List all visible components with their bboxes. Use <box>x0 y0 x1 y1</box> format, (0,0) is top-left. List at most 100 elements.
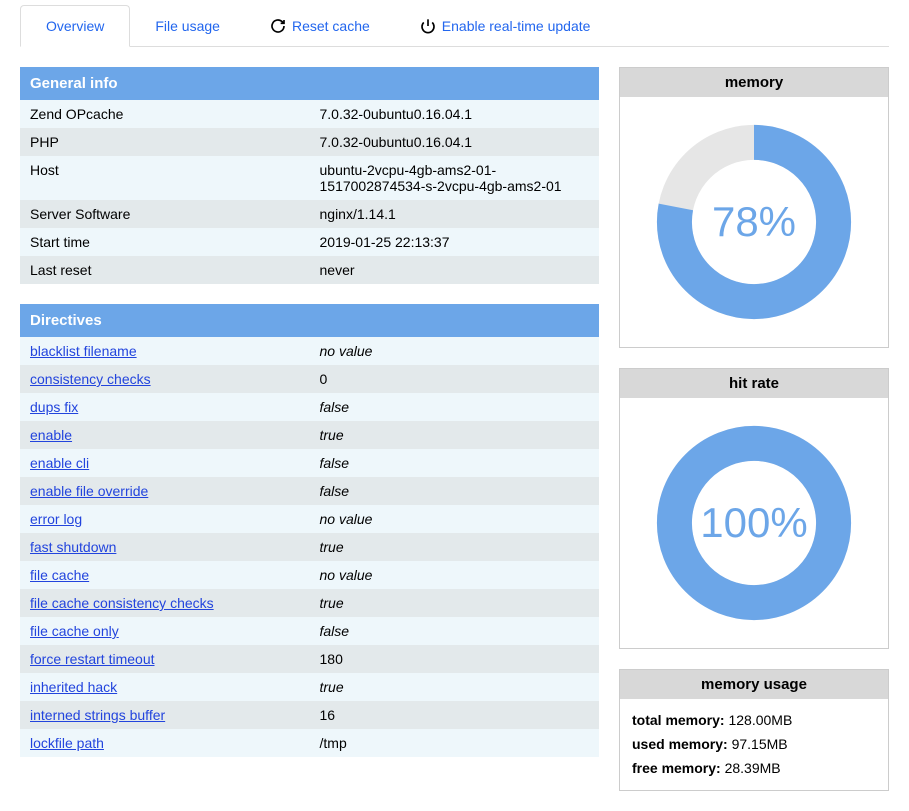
memory-usage-used: used memory: 97.15MB <box>632 733 876 757</box>
table-row: file cache only false <box>20 617 599 645</box>
directive-key: dups fix <box>20 393 310 421</box>
mu-used-v: 97.15MB <box>728 736 788 752</box>
directive-value: no value <box>310 505 600 533</box>
table-row: fast shutdown true <box>20 533 599 561</box>
directive-link[interactable]: interned strings buffer <box>30 707 165 723</box>
memory-usage-header: memory usage <box>620 670 888 699</box>
directive-value: 180 <box>310 645 600 673</box>
memory-donut-chart: 78% <box>649 117 859 327</box>
tab-overview[interactable]: Overview <box>20 5 130 47</box>
memory-percent-label: 78% <box>712 198 796 246</box>
directive-link[interactable]: blacklist filename <box>30 343 137 359</box>
directive-value: 16 <box>310 701 600 729</box>
directive-key: file cache consistency checks <box>20 589 310 617</box>
table-row: file cache consistency checkstrue <box>20 589 599 617</box>
directive-link[interactable]: force restart timeout <box>30 651 155 667</box>
tab-enable-realtime-label: Enable real-time update <box>442 18 591 34</box>
directive-key: blacklist filename <box>20 337 310 365</box>
directive-value: true <box>310 421 600 449</box>
gi-start-v: 2019-01-25 22:13:37 <box>310 228 600 256</box>
table-row: enable file overridefalse <box>20 477 599 505</box>
table-row: consistency checks 0 <box>20 365 599 393</box>
table-row: blacklist filename no value <box>20 337 599 365</box>
directive-link[interactable]: enable <box>30 427 72 443</box>
memory-widget-header: memory <box>620 68 888 97</box>
gi-reset-v: never <box>310 256 600 284</box>
table-row: error log no value <box>20 505 599 533</box>
table-row: Zend OPcache 7.0.32-0ubuntu0.16.04.1 <box>20 100 599 128</box>
mu-used-k: used memory: <box>632 736 728 752</box>
gi-host-k: Host <box>20 156 310 200</box>
directive-link[interactable]: enable file override <box>30 483 148 499</box>
directive-value: false <box>310 449 600 477</box>
hitrate-widget-header: hit rate <box>620 369 888 398</box>
directive-key: consistency checks <box>20 365 310 393</box>
memory-usage-total: total memory: 128.00MB <box>632 709 876 733</box>
hitrate-percent-label: 100% <box>700 499 807 547</box>
directive-key: error log <box>20 505 310 533</box>
directive-value: /tmp <box>310 729 600 757</box>
directive-value: true <box>310 533 600 561</box>
directive-link[interactable]: fast shutdown <box>30 539 116 555</box>
directive-key: fast shutdown <box>20 533 310 561</box>
gi-server-k: Server Software <box>20 200 310 228</box>
gi-zend-v: 7.0.32-0ubuntu0.16.04.1 <box>310 100 600 128</box>
directive-key: inherited hack <box>20 673 310 701</box>
table-row: enable cli false <box>20 449 599 477</box>
hitrate-widget: hit rate 100% <box>619 368 889 649</box>
directive-link[interactable]: consistency checks <box>30 371 151 387</box>
gi-php-v: 7.0.32-0ubuntu0.16.04.1 <box>310 128 600 156</box>
directive-link[interactable]: file cache <box>30 567 89 583</box>
refresh-icon <box>270 18 286 34</box>
table-row: Server Software nginx/1.14.1 <box>20 200 599 228</box>
gi-reset-k: Last reset <box>20 256 310 284</box>
tab-enable-realtime[interactable]: Enable real-time update <box>395 5 616 46</box>
table-row: Last reset never <box>20 256 599 284</box>
table-row: lockfile path/tmp <box>20 729 599 757</box>
directive-value: no value <box>310 337 600 365</box>
directive-key: enable cli <box>20 449 310 477</box>
directive-value: 0 <box>310 365 600 393</box>
table-row: interned strings buffer 16 <box>20 701 599 729</box>
mu-total-k: total memory: <box>632 712 725 728</box>
directive-key: file cache <box>20 561 310 589</box>
directive-link[interactable]: lockfile path <box>30 735 104 751</box>
mu-free-k: free memory: <box>632 760 721 776</box>
directive-link[interactable]: error log <box>30 511 82 527</box>
tab-reset-cache[interactable]: Reset cache <box>245 5 395 46</box>
table-row: dups fix false <box>20 393 599 421</box>
gi-php-k: PHP <box>20 128 310 156</box>
tab-file-usage[interactable]: File usage <box>130 5 245 46</box>
directive-link[interactable]: inherited hack <box>30 679 117 695</box>
gi-start-k: Start time <box>20 228 310 256</box>
mu-free-v: 28.39MB <box>721 760 781 776</box>
mu-total-v: 128.00MB <box>725 712 793 728</box>
table-row: Start time 2019-01-25 22:13:37 <box>20 228 599 256</box>
tab-reset-cache-label: Reset cache <box>292 18 370 34</box>
general-info-header: General info <box>20 67 599 100</box>
tabs-bar: Overview File usage Reset cache Enable r… <box>20 0 889 47</box>
tab-file-usage-label: File usage <box>155 18 220 34</box>
memory-usage-widget: memory usage total memory: 128.00MB used… <box>619 669 889 791</box>
directive-value: false <box>310 393 600 421</box>
directive-link[interactable]: enable cli <box>30 455 89 471</box>
table-row: PHP 7.0.32-0ubuntu0.16.04.1 <box>20 128 599 156</box>
hitrate-donut-chart: 100% <box>649 418 859 628</box>
table-row: Host ubuntu-2vcpu-4gb-ams2-01-1517002874… <box>20 156 599 200</box>
tab-overview-label: Overview <box>46 18 104 34</box>
directive-link[interactable]: file cache consistency checks <box>30 595 214 611</box>
table-row: enable true <box>20 421 599 449</box>
memory-widget: memory 78% <box>619 67 889 348</box>
directive-link[interactable]: dups fix <box>30 399 78 415</box>
directive-key: file cache only <box>20 617 310 645</box>
directive-key: interned strings buffer <box>20 701 310 729</box>
directive-value: false <box>310 617 600 645</box>
gi-host-v: ubuntu-2vcpu-4gb-ams2-01-1517002874534-s… <box>310 156 600 200</box>
general-info-table: Zend OPcache 7.0.32-0ubuntu0.16.04.1 PHP… <box>20 100 599 284</box>
gi-server-v: nginx/1.14.1 <box>310 200 600 228</box>
directive-link[interactable]: file cache only <box>30 623 119 639</box>
directive-value: no value <box>310 561 600 589</box>
table-row: file cache no value <box>20 561 599 589</box>
directive-key: enable file override <box>20 477 310 505</box>
directives-header: Directives <box>20 304 599 337</box>
